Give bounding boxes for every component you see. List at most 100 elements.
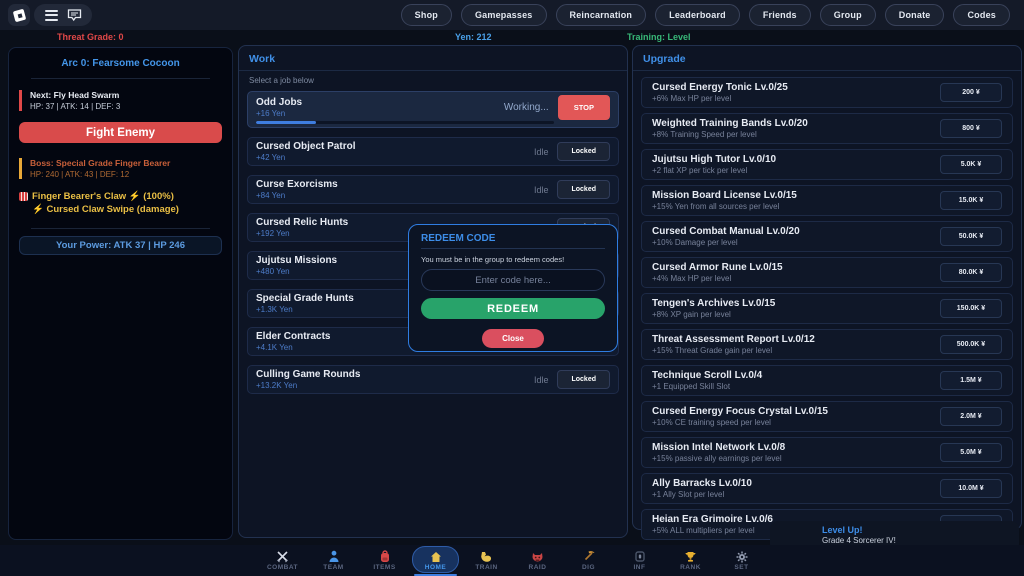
job-row[interactable]: Odd Jobs +16 Yen Working... STOP <box>247 91 619 128</box>
upgrade-buy-button[interactable]: 80.0K ¥ <box>940 263 1002 282</box>
nav-item-rank[interactable]: RANK <box>665 545 716 576</box>
job-name: Curse Exorcisms <box>256 179 534 190</box>
donate-button[interactable]: Donate <box>885 4 945 26</box>
job-pay: +16 Yen <box>256 109 504 118</box>
hamburger-menu-icon[interactable] <box>45 10 58 21</box>
job-action-button[interactable]: Locked <box>557 370 610 389</box>
nav-item-team[interactable]: TEAM <box>308 545 359 576</box>
upgrade-row[interactable]: Cursed Armor Rune Lv.0/15 +4% Max HP per… <box>641 257 1013 288</box>
code-input[interactable] <box>421 269 605 291</box>
upgrade-row[interactable]: Jujutsu High Tutor Lv.0/10 +2 flat XP pe… <box>641 149 1013 180</box>
upgrade-info: Ally Barracks Lv.0/10 +1 Ally Slot per l… <box>652 478 752 499</box>
upgrade-row[interactable]: Mission Board License Lv.0/15 +15% Yen f… <box>641 185 1013 216</box>
upgrade-info: Technique Scroll Lv.0/4 +1 Equipped Skil… <box>652 370 762 391</box>
upgrade-buy-button[interactable]: 50.0K ¥ <box>940 227 1002 246</box>
upgrade-info: Heian Era Grimoire Lv.0/6 +5% ALL multip… <box>652 514 773 535</box>
upgrade-panel: Upgrade Cursed Energy Tonic Lv.0/25 +6% … <box>632 45 1022 530</box>
chat-icon[interactable] <box>67 8 82 22</box>
redeem-code-modal: REDEEM CODE You must be in the group to … <box>408 224 618 352</box>
job-name: Cursed Object Patrol <box>256 141 534 152</box>
upgrade-name: Mission Intel Network Lv.0/8 <box>652 442 785 453</box>
yen-stat: Yen: 212 <box>455 32 492 42</box>
upgrade-row[interactable]: Cursed Energy Tonic Lv.0/25 +6% Max HP p… <box>641 77 1013 108</box>
upgrade-desc: +10% CE training speed per level <box>652 418 828 427</box>
upgrade-buy-button[interactable]: 1.5M ¥ <box>940 371 1002 390</box>
upgrade-name: Technique Scroll Lv.0/4 <box>652 370 762 381</box>
job-row[interactable]: Cursed Object Patrol +42 Yen Idle Locked <box>247 137 619 166</box>
group-button[interactable]: Group <box>820 4 876 26</box>
job-name: Odd Jobs <box>256 97 504 108</box>
training-stat: Training: Level <box>627 32 691 42</box>
upgrade-desc: +15% passive ally earnings per level <box>652 454 785 463</box>
job-action-button[interactable]: Locked <box>557 180 610 199</box>
next-enemy-name: Next: Fly Head Swarm <box>30 90 222 100</box>
upgrade-desc: +15% Threat Grade gain per level <box>652 346 815 355</box>
close-button[interactable]: Close <box>482 329 544 348</box>
codes-button[interactable]: Codes <box>953 4 1010 26</box>
job-info: Cursed Object Patrol +42 Yen <box>256 141 534 162</box>
nav-item-inf[interactable]: INF <box>614 545 665 576</box>
claw-badge-icon <box>19 192 28 201</box>
nav-item-set[interactable]: SET <box>716 545 767 576</box>
roblox-logo-icon <box>12 8 25 21</box>
upgrade-desc: +8% XP gain per level <box>652 310 775 319</box>
upgrade-info: Weighted Training Bands Lv.0/20 +8% Trai… <box>652 118 808 139</box>
upgrade-name: Cursed Combat Manual Lv.0/20 <box>652 226 800 237</box>
upgrade-name: Weighted Training Bands Lv.0/20 <box>652 118 808 129</box>
upgrade-row[interactable]: Technique Scroll Lv.0/4 +1 Equipped Skil… <box>641 365 1013 396</box>
upgrade-buy-button[interactable]: 10.0M ¥ <box>940 479 1002 498</box>
boss-stats: HP: 240 | ATK: 43 | DEF: 12 <box>30 170 222 179</box>
upgrade-panel-title: Upgrade <box>633 46 1021 71</box>
upgrade-row[interactable]: Cursed Energy Focus Crystal Lv.0/15 +10%… <box>641 401 1013 432</box>
job-status: Idle <box>534 375 549 385</box>
upgrade-buy-button[interactable]: 15.0K ¥ <box>940 191 1002 210</box>
upgrade-buy-button[interactable]: 2.0M ¥ <box>940 407 1002 426</box>
upgrade-row[interactable]: Ally Barracks Lv.0/10 +1 Ally Slot per l… <box>641 473 1013 504</box>
job-action-button[interactable]: Locked <box>557 142 610 161</box>
upgrade-list: Cursed Energy Tonic Lv.0/25 +6% Max HP p… <box>633 71 1021 576</box>
flex-arm-icon <box>480 550 493 563</box>
upgrade-row[interactable]: Weighted Training Bands Lv.0/20 +8% Trai… <box>641 113 1013 144</box>
your-power-box: Your Power: ATK 37 | HP 246 <box>19 236 222 255</box>
upgrade-row[interactable]: Tengen's Archives Lv.0/15 +8% XP gain pe… <box>641 293 1013 324</box>
upgrade-info: Threat Assessment Report Lv.0/12 +15% Th… <box>652 334 815 355</box>
nav-item-raid[interactable]: RAID <box>512 545 563 576</box>
next-enemy-stats: HP: 37 | ATK: 14 | DEF: 3 <box>30 102 222 111</box>
upgrade-buy-button[interactable]: 200 ¥ <box>940 83 1002 102</box>
upgrade-buy-button[interactable]: 5.0M ¥ <box>940 443 1002 462</box>
trophy-icon <box>684 550 697 563</box>
friends-button[interactable]: Friends <box>749 4 811 26</box>
reincarnation-button[interactable]: Reincarnation <box>556 4 647 26</box>
leaderboard-button[interactable]: Leaderboard <box>655 4 740 26</box>
upgrade-info: Cursed Energy Tonic Lv.0/25 +6% Max HP p… <box>652 82 788 103</box>
upgrade-row[interactable]: Mission Intel Network Lv.0/8 +15% passiv… <box>641 437 1013 468</box>
upgrade-desc: +2 flat XP per tick per level <box>652 166 776 175</box>
upgrade-buy-button[interactable]: 800 ¥ <box>940 119 1002 138</box>
upgrade-buy-button[interactable]: 5.0K ¥ <box>940 155 1002 174</box>
job-pay: +42 Yen <box>256 153 534 162</box>
boss-box: Boss: Special Grade Finger Bearer HP: 24… <box>19 158 222 179</box>
nav-item-dig[interactable]: DIG <box>563 545 614 576</box>
roblox-logo-chip[interactable] <box>8 4 30 26</box>
gamepasses-button[interactable]: Gamepasses <box>461 4 547 26</box>
top-bar: Shop Gamepasses Reincarnation Leaderboar… <box>0 0 1024 30</box>
shop-button[interactable]: Shop <box>401 4 452 26</box>
job-row[interactable]: Curse Exorcisms +84 Yen Idle Locked <box>247 175 619 204</box>
nav-item-train[interactable]: TRAIN <box>461 545 512 576</box>
bottom-nav: COMBAT TEAM ITEMS HOME TRAIN RAID DIG <box>0 545 1024 576</box>
nav-item-items[interactable]: ITEMS <box>359 545 410 576</box>
upgrade-buy-button[interactable]: 500.0K ¥ <box>940 335 1002 354</box>
fight-enemy-button[interactable]: Fight Enemy <box>19 122 222 143</box>
upgrade-row[interactable]: Cursed Combat Manual Lv.0/20 +10% Damage… <box>641 221 1013 252</box>
backpack-icon <box>379 550 391 563</box>
job-row[interactable]: Culling Game Rounds +13.2K Yen Idle Lock… <box>247 365 619 394</box>
upgrade-row[interactable]: Threat Assessment Report Lv.0/12 +15% Th… <box>641 329 1013 360</box>
nav-item-combat[interactable]: COMBAT <box>257 545 308 576</box>
next-enemy-box: Next: Fly Head Swarm HP: 37 | ATK: 14 | … <box>19 90 222 111</box>
pickaxe-icon <box>582 550 595 563</box>
boss-skills: Finger Bearer's Claw ⚡ (100%) ⚡ Cursed C… <box>19 190 232 216</box>
job-action-button[interactable]: STOP <box>558 95 610 120</box>
upgrade-buy-button[interactable]: 150.0K ¥ <box>940 299 1002 318</box>
nav-item-home[interactable]: HOME <box>410 545 461 576</box>
redeem-button[interactable]: REDEEM <box>421 298 605 319</box>
